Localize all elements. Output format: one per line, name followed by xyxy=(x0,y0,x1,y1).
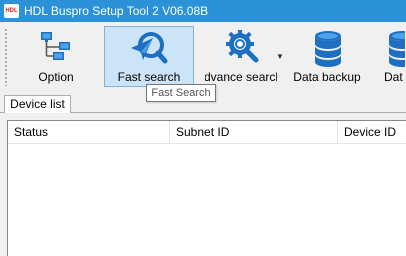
toolbar: Option Fast search dvance searc ▼ Data b… xyxy=(0,22,406,92)
toolbar-grip-handle[interactable] xyxy=(5,28,7,86)
advance-search-label: Advance search xyxy=(204,70,277,84)
column-header-status[interactable]: Status xyxy=(8,121,170,143)
advance-search-button[interactable]: Advance search xyxy=(204,26,278,87)
fast-search-button[interactable]: Fast search xyxy=(104,26,194,87)
fast-search-tooltip: Fast Search xyxy=(146,84,216,102)
app-logo-icon: HDL xyxy=(4,4,19,18)
data-restore-button[interactable]: Dat xyxy=(376,26,406,87)
network-icon xyxy=(41,32,70,60)
column-header-subnet-id[interactable]: Subnet ID xyxy=(170,121,338,143)
table-header: Status Subnet ID Device ID xyxy=(8,121,406,144)
advanced-search-gear-icon xyxy=(226,30,259,63)
fast-search-icon xyxy=(131,32,168,64)
data-restore-label: Dat xyxy=(384,70,403,84)
option-button[interactable]: Option xyxy=(28,26,84,87)
column-header-device-id[interactable]: Device ID xyxy=(338,121,406,143)
option-label: Option xyxy=(38,70,74,84)
device-list-table[interactable]: Status Subnet ID Device ID xyxy=(7,120,406,256)
data-backup-button[interactable]: Data backup xyxy=(288,26,366,87)
fast-search-label: Fast search xyxy=(117,70,181,84)
data-backup-label: Data backup xyxy=(293,70,361,84)
window-title: HDL Buspro Setup Tool 2 V06.08B xyxy=(24,4,209,18)
dropdown-arrow-icon[interactable]: ▼ xyxy=(276,52,284,61)
tab-device-list[interactable]: Device list xyxy=(4,95,71,113)
title-bar[interactable]: HDL HDL Buspro Setup Tool 2 V06.08B xyxy=(0,0,406,22)
database-icon xyxy=(389,31,405,67)
database-icon xyxy=(315,31,341,67)
